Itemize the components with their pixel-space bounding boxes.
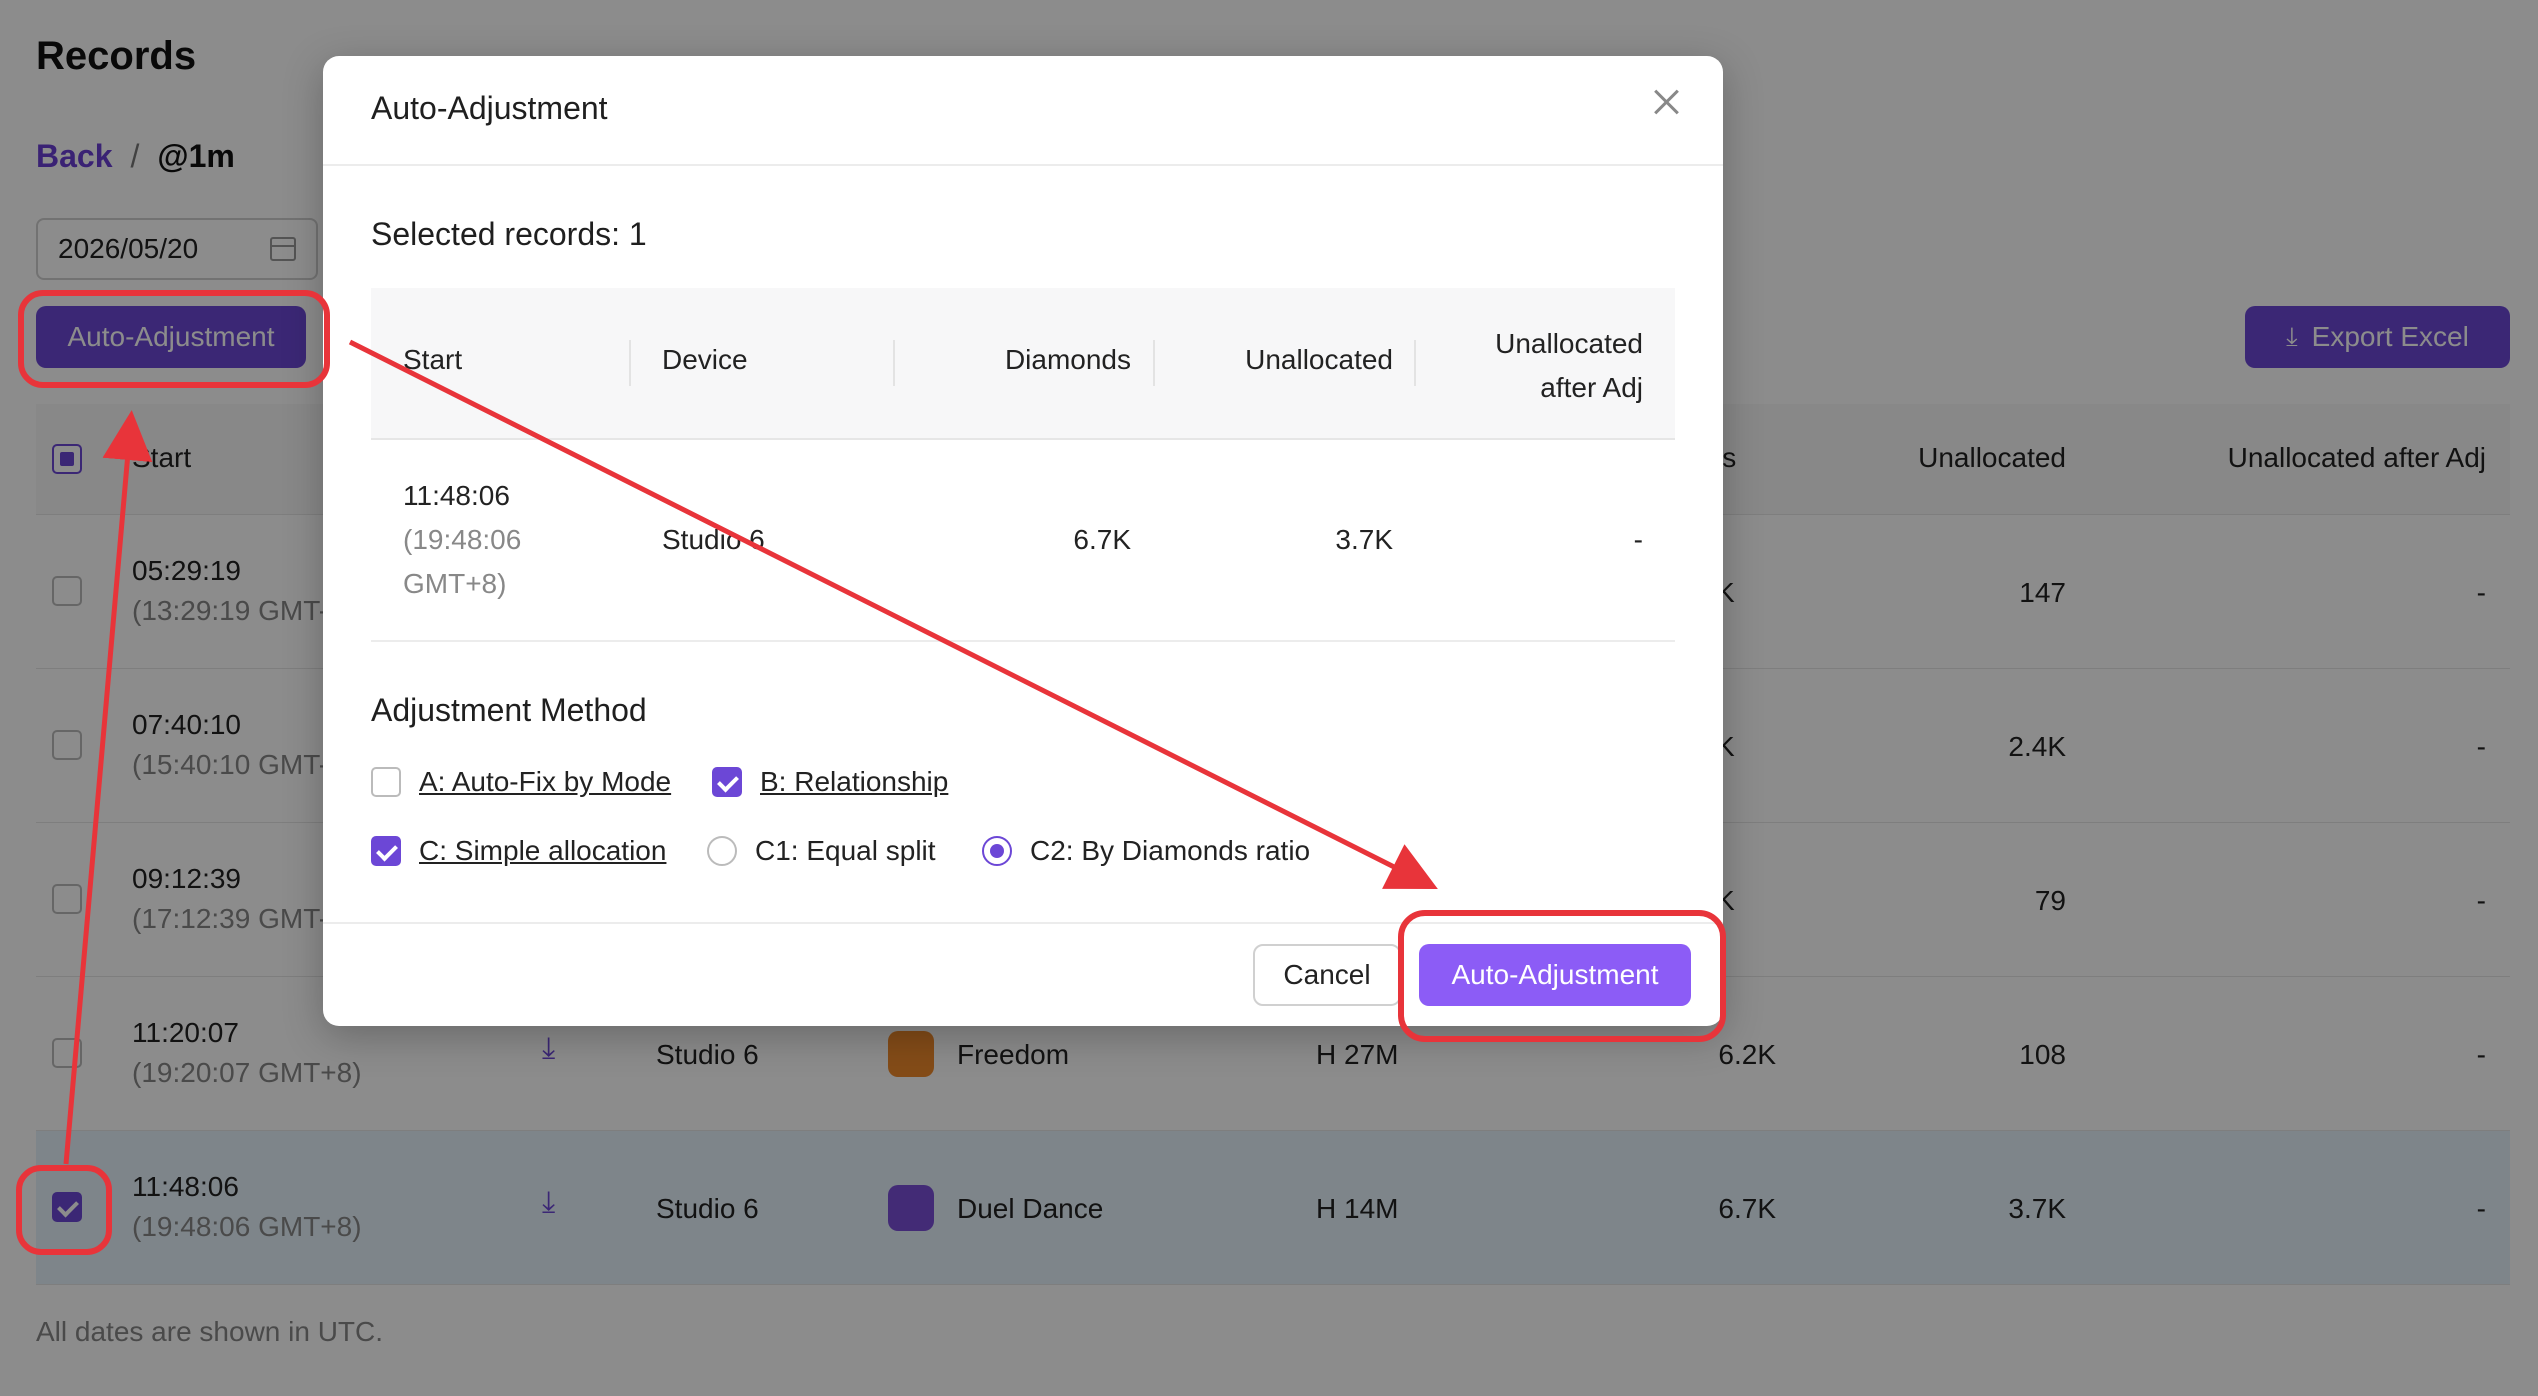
highlight-confirm-button bbox=[1398, 910, 1726, 1042]
highlight-selected-checkbox bbox=[16, 1165, 112, 1255]
arrow-checkbox-to-button bbox=[63, 410, 153, 1165]
highlight-auto-adjustment-button bbox=[18, 290, 330, 388]
arrow-button-to-confirm bbox=[348, 339, 1438, 889]
annotation-layer bbox=[16, 290, 1726, 1255]
